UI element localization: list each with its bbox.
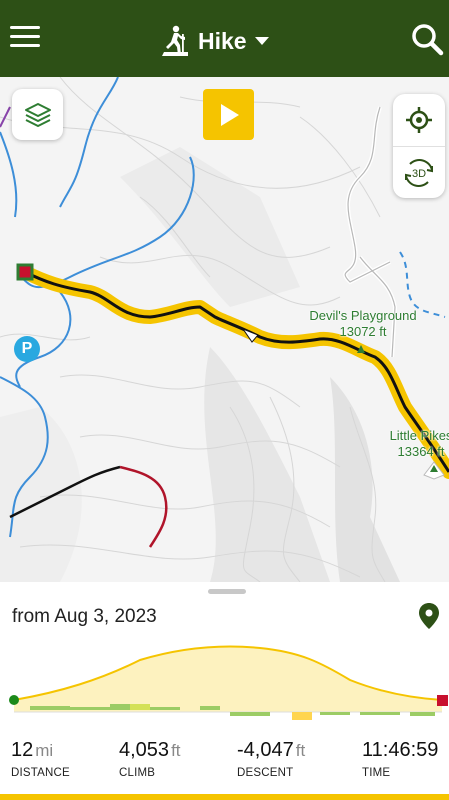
distance-unit: mi	[35, 741, 54, 760]
peak-label: Devil's Playground 13072 ft	[302, 308, 424, 340]
bottom-accent-bar	[0, 794, 449, 800]
time-label: TIME	[362, 767, 391, 779]
layers-button[interactable]	[12, 89, 63, 140]
descent-label: DESCENT	[237, 767, 294, 779]
location-pin-icon[interactable]	[418, 602, 440, 630]
climb-label: CLIMB	[119, 767, 156, 779]
search-icon[interactable]	[410, 22, 444, 56]
hiker-icon	[162, 25, 188, 56]
peak-name: Little Pikes	[389, 428, 449, 443]
hamburger-menu-icon[interactable]	[10, 26, 40, 50]
layers-icon	[24, 102, 51, 127]
stat-time: 11:46:59 TIME	[362, 739, 438, 779]
rotate-3d-icon: 3D	[405, 158, 433, 187]
stat-distance: 12 mi DISTANCE	[11, 739, 70, 779]
climb-value: 4,053	[119, 739, 170, 761]
peak-elevation: 13364 ft	[397, 444, 445, 459]
elevation-profile[interactable]	[0, 640, 449, 730]
map-view[interactable]: 3D Devil's Playground 13072 ft Little Pi…	[0, 77, 449, 582]
activity-title: Hike	[198, 27, 247, 54]
play-icon	[220, 103, 239, 126]
track-date: from Aug 3, 2023	[12, 606, 157, 627]
peak-name: Devil's Playground	[309, 308, 417, 323]
chevron-down-icon	[254, 37, 269, 45]
parking-marker[interactable]: P	[14, 336, 40, 362]
activity-selector[interactable]: Hike	[160, 24, 269, 58]
stat-descent: -4,047 ft DESCENT	[237, 739, 305, 779]
distance-label: DISTANCE	[11, 767, 70, 779]
map-controls: 3D	[393, 94, 445, 198]
3d-toggle-button[interactable]: 3D	[393, 146, 445, 198]
3d-label: 3D	[412, 168, 426, 180]
peak-label: Little Pikes 13364 ft	[376, 428, 449, 460]
drag-handle[interactable]	[208, 589, 246, 594]
climb-unit: ft	[171, 741, 181, 760]
distance-value: 12	[11, 739, 34, 761]
crosshair-icon	[406, 107, 432, 133]
track-summary-panel: from Aug 3, 2023 12 mi DISTANCE 4,053 ft C…	[0, 582, 449, 800]
play-button[interactable]	[203, 89, 254, 140]
top-app-bar: Hike	[0, 0, 449, 77]
time-value: 11:46:59	[362, 739, 439, 761]
my-location-button[interactable]	[393, 94, 445, 146]
descent-unit: ft	[295, 741, 306, 760]
descent-value: -4,047	[237, 739, 294, 761]
stat-climb: 4,053 ft CLIMB	[119, 739, 181, 779]
peak-elevation: 13072 ft	[339, 324, 387, 339]
